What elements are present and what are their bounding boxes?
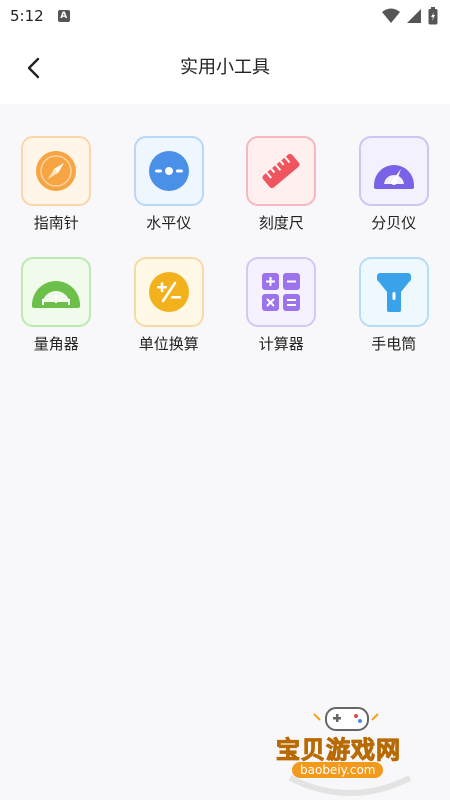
tools-panel: 指南针 水平仪 刻度尺 分贝仪 量角器 单位换算 计算器 手电筒 xyxy=(0,104,450,800)
status-bar: 5:12 A xyxy=(0,0,450,32)
tool-label: 单位换算 xyxy=(138,335,199,353)
tool-ruler[interactable]: 刻度尺 xyxy=(225,136,338,233)
signal-icon xyxy=(407,9,421,23)
tool-calculator[interactable]: 计算器 xyxy=(225,257,338,354)
battery-icon xyxy=(428,7,438,25)
tool-label: 水平仪 xyxy=(146,214,192,232)
notification-icon: A xyxy=(57,10,70,22)
unit-conversion-icon xyxy=(148,272,189,312)
status-icons xyxy=(382,7,438,25)
tools-grid: 指南针 水平仪 刻度尺 分贝仪 量角器 单位换算 计算器 手电筒 xyxy=(0,136,450,354)
tool-icon-box xyxy=(246,136,317,206)
tool-compass[interactable]: 指南针 xyxy=(0,136,113,233)
level-icon xyxy=(148,151,189,191)
tool-icon-box xyxy=(246,257,317,327)
tool-level[interactable]: 水平仪 xyxy=(113,136,226,233)
tool-label: 刻度尺 xyxy=(258,214,304,232)
tool-icon-box xyxy=(358,257,429,327)
tool-icon-box xyxy=(133,257,204,327)
tool-label: 手电筒 xyxy=(371,335,417,353)
page-title: 实用小工具 xyxy=(180,57,270,78)
watermark-logo: 宝贝游戏网 baobeiy.com xyxy=(270,700,430,796)
wifi-icon xyxy=(382,8,400,23)
tool-unit-conversion[interactable]: 单位换算 xyxy=(113,257,226,354)
flashlight-icon xyxy=(376,273,411,312)
tool-icon-box xyxy=(133,136,204,206)
tool-label: 分贝仪 xyxy=(371,214,417,232)
status-time: 5:12 xyxy=(10,7,44,25)
tool-icon-box xyxy=(358,136,429,206)
tool-label: 指南针 xyxy=(33,214,79,232)
tool-label: 量角器 xyxy=(33,335,79,353)
watermark-brand: 宝贝游戏网 xyxy=(276,736,401,765)
tool-icon-box xyxy=(21,136,92,206)
tool-label: 计算器 xyxy=(258,335,304,353)
protractor-icon xyxy=(32,281,81,308)
decibel-meter-icon xyxy=(373,165,414,189)
watermark-url: baobeiy.com xyxy=(292,762,384,778)
compass-icon xyxy=(36,151,77,191)
calculator-icon xyxy=(262,273,301,311)
tool-decibel-meter[interactable]: 分贝仪 xyxy=(338,136,450,233)
tool-icon-box xyxy=(21,257,92,327)
tool-protractor[interactable]: 量角器 xyxy=(0,257,113,354)
tool-flashlight[interactable]: 手电筒 xyxy=(338,257,450,354)
ruler-icon xyxy=(262,153,300,189)
app-header: 实用小工具 xyxy=(0,32,450,104)
